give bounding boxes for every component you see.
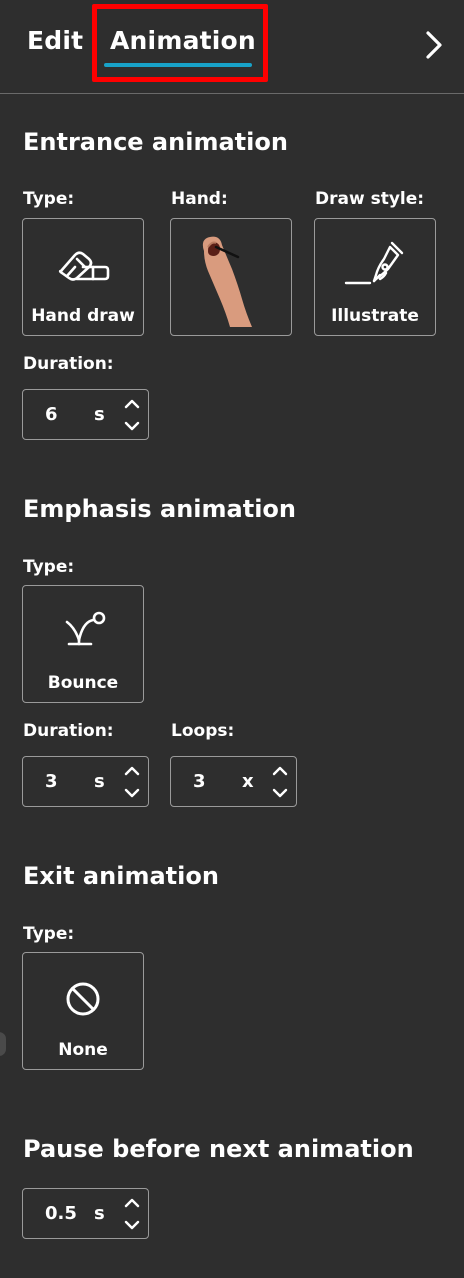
chevron-down-icon[interactable] [122,1215,142,1235]
emphasis-duration-stepper[interactable]: 3 s [22,756,149,807]
entrance-hand-card[interactable] [170,218,292,336]
entrance-animation-title: Entrance animation [23,128,288,156]
chevron-down-icon[interactable] [270,783,290,803]
entrance-draw-style-label: Draw style: [315,189,425,209]
pause-stepper[interactable]: 0.5 s [22,1188,149,1239]
emphasis-duration-label: Duration: [23,721,114,741]
chevron-down-icon[interactable] [122,783,142,803]
prohibited-icon [66,982,100,1016]
emphasis-loops-label: Loops: [171,721,235,741]
emphasis-duration-unit: s [94,771,105,792]
entrance-type-value: Hand draw [31,306,135,326]
emphasis-animation-title: Emphasis animation [23,495,296,523]
tab-edit[interactable]: Edit [27,26,83,55]
pause-value: 0.5 [45,1203,77,1224]
entrance-hand-label: Hand: [171,189,228,209]
exit-type-label: Type: [23,924,75,944]
emphasis-duration-value: 3 [45,771,58,792]
collapse-panel-button[interactable] [420,28,448,62]
panel-tab-bar: Edit Animation [0,0,464,94]
pause-unit: s [94,1203,105,1224]
scroll-handle[interactable] [0,1032,6,1056]
emphasis-loops-stepper[interactable]: 3 x [170,756,297,807]
emphasis-loops-value: 3 [193,771,206,792]
emphasis-type-label: Type: [23,557,75,577]
exit-animation-title: Exit animation [23,862,219,890]
emphasis-type-card[interactable]: Bounce [22,585,144,703]
entrance-type-label: Type: [23,189,75,209]
chevron-up-icon[interactable] [122,394,142,414]
entrance-draw-style-value: Illustrate [331,306,419,326]
chevron-up-icon[interactable] [270,761,290,781]
entrance-duration-label: Duration: [23,354,114,374]
entrance-duration-value: 6 [45,404,58,425]
entrance-draw-style-card[interactable]: Illustrate [314,218,436,336]
chevron-right-icon [426,31,442,59]
emphasis-loops-unit: x [242,771,254,792]
chevron-down-icon[interactable] [122,416,142,436]
entrance-duration-unit: s [94,404,105,425]
pen-nib-icon [344,241,404,285]
chevron-up-icon[interactable] [122,1193,142,1213]
highlight-annotation-box [92,4,268,82]
pause-title: Pause before next animation [23,1135,414,1163]
exit-type-card[interactable]: None [22,952,144,1070]
entrance-duration-stepper[interactable]: 6 s [22,389,149,440]
hand-draw-icon [58,251,110,281]
bounce-icon [65,611,106,646]
exit-type-value: None [58,1040,108,1060]
emphasis-type-value: Bounce [47,673,119,693]
hand-holding-pen-image [202,236,252,327]
chevron-up-icon[interactable] [122,761,142,781]
entrance-type-card[interactable]: Hand draw [22,218,144,336]
